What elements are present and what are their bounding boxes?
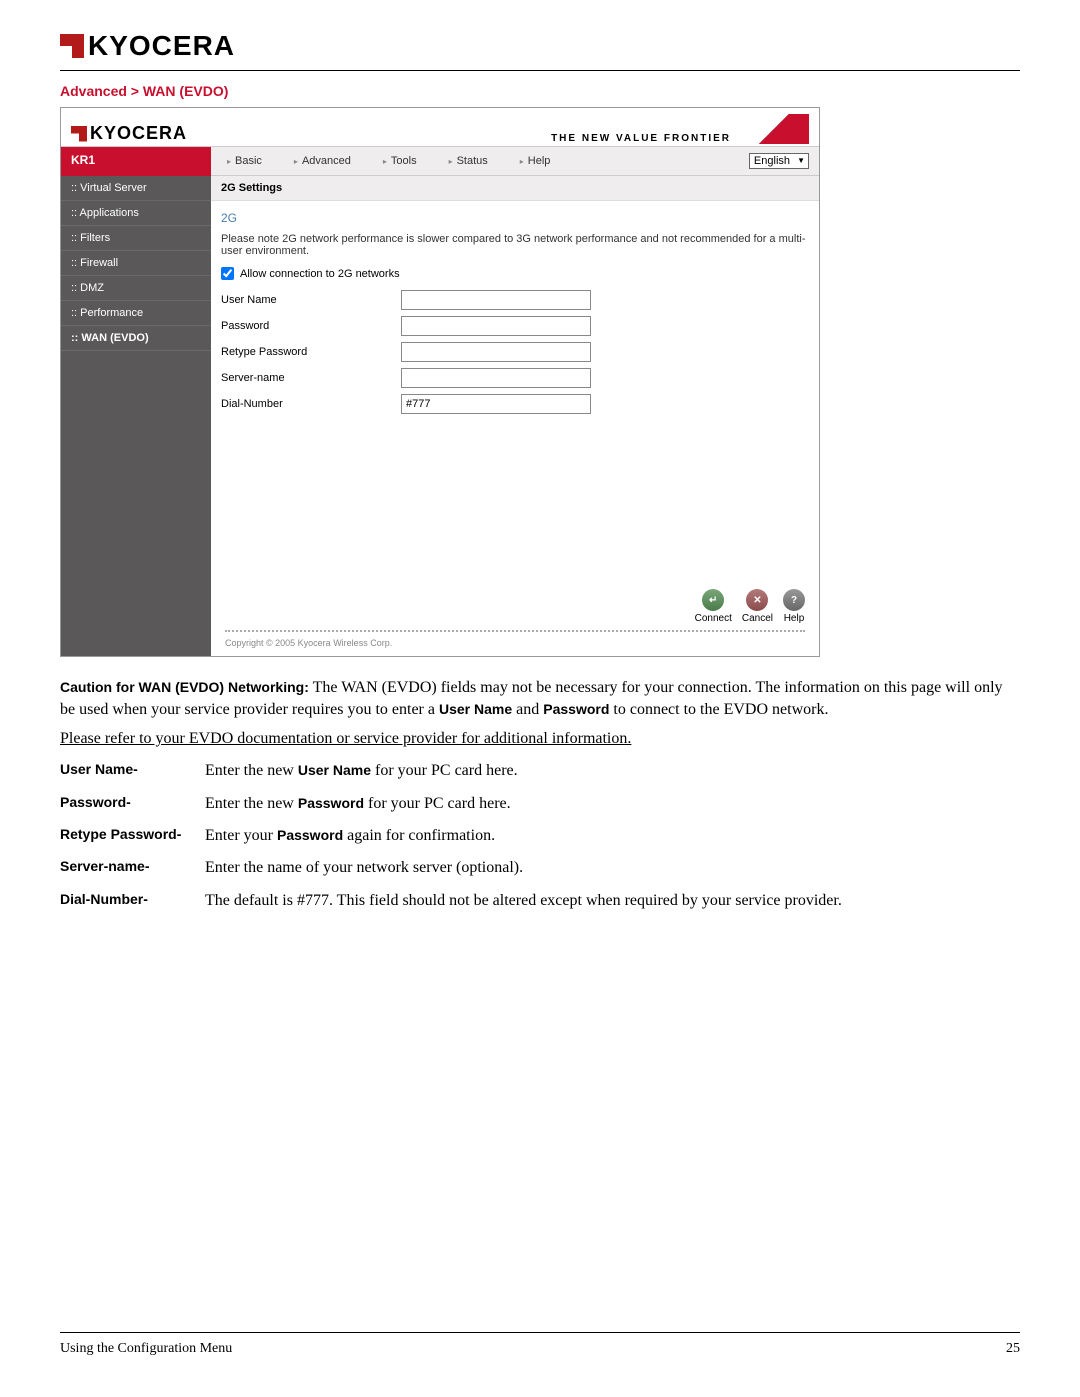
server-name-input[interactable] — [401, 368, 591, 388]
content-panel: 2G Settings 2G Please note 2G network pe… — [211, 176, 819, 656]
definition-term: User Name- — [60, 760, 205, 782]
server-name-label: Server-name — [221, 372, 401, 384]
page-footer: Using the Configuration Menu 25 — [60, 1332, 1020, 1357]
allow-2g-checkbox-row[interactable]: Allow connection to 2G networks — [221, 267, 809, 280]
brand-logo: KYOCERA — [60, 30, 1020, 62]
retype-password-input[interactable] — [401, 342, 591, 362]
definition-term: Password- — [60, 793, 205, 815]
screenshot-header: KYOCERA THE NEW VALUE FRONTIER — [61, 108, 819, 147]
definition-desc: Enter your Password again for confirmati… — [205, 825, 1020, 847]
connect-label: Connect — [695, 613, 732, 624]
help-label: Help — [784, 613, 805, 624]
help-button[interactable]: ? Help — [783, 589, 805, 624]
language-select[interactable]: English — [749, 153, 809, 169]
sidebar-item-dmz[interactable]: :: DMZ — [61, 276, 211, 301]
breadcrumb: Advanced > WAN (EVDO) — [60, 83, 1020, 99]
corner-decoration — [739, 114, 809, 144]
brand-mark-icon — [60, 34, 84, 58]
allow-2g-checkbox[interactable] — [221, 267, 234, 280]
doc-body: Caution for WAN (EVDO) Networking: The W… — [60, 677, 1020, 912]
definition-row: Password-Enter the new Password for your… — [60, 793, 1020, 815]
password-input[interactable] — [401, 316, 591, 336]
tab-tools[interactable]: Tools — [377, 151, 423, 171]
definition-desc: Enter the new User Name for your PC card… — [205, 760, 1020, 782]
sidebar-item-wan-evdo[interactable]: :: WAN (EVDO) — [61, 326, 211, 351]
definition-row: Server-name-Enter the name of your netwo… — [60, 857, 1020, 879]
caution-text-2: to connect to the EVDO network. — [609, 701, 828, 718]
config-screenshot: KYOCERA THE NEW VALUE FRONTIER KR1 Basic… — [60, 107, 820, 657]
brand-mark-icon — [71, 126, 87, 142]
sidebar-item-virtual-server[interactable]: :: Virtual Server — [61, 176, 211, 201]
caution-password-bold: Password — [543, 701, 609, 717]
definition-desc: Enter the name of your network server (o… — [205, 857, 1020, 879]
connect-icon: ↵ — [702, 589, 724, 611]
username-label: User Name — [221, 294, 401, 306]
definition-desc: Enter the new Password for your PC card … — [205, 793, 1020, 815]
sidebar-item-filters[interactable]: :: Filters — [61, 226, 211, 251]
sidebar-item-performance[interactable]: :: Performance — [61, 301, 211, 326]
screenshot-logo-text: KYOCERA — [90, 123, 187, 144]
cancel-label: Cancel — [742, 613, 773, 624]
action-buttons: ↵ Connect ✕ Cancel ? Help — [211, 579, 819, 626]
sidebar-item-firewall[interactable]: :: Firewall — [61, 251, 211, 276]
definition-row: Retype Password-Enter your Password agai… — [60, 825, 1020, 847]
section-heading: 2G Settings — [211, 176, 819, 201]
tagline: THE NEW VALUE FRONTIER — [551, 133, 731, 144]
dial-number-input[interactable] — [401, 394, 591, 414]
sidebar-item-applications[interactable]: :: Applications — [61, 201, 211, 226]
dotted-divider — [225, 630, 805, 632]
footer-text: Using the Configuration Menu — [60, 1341, 232, 1357]
tab-basic[interactable]: Basic — [221, 151, 268, 171]
screenshot-logo: KYOCERA — [71, 123, 187, 144]
caution-username-bold: User Name — [439, 701, 512, 717]
section-title: 2G — [221, 211, 809, 225]
caution-and: and — [512, 701, 543, 718]
help-icon: ? — [783, 589, 805, 611]
allow-2g-label: Allow connection to 2G networks — [240, 268, 400, 280]
retype-password-label: Retype Password — [221, 346, 401, 358]
connect-button[interactable]: ↵ Connect — [695, 589, 732, 624]
username-input[interactable] — [401, 290, 591, 310]
top-tabs: Basic Advanced Tools Status Help English — [211, 147, 819, 176]
definition-row: Dial-Number-The default is #777. This fi… — [60, 890, 1020, 912]
field-definitions: User Name-Enter the new User Name for yo… — [60, 760, 1020, 912]
password-label: Password — [221, 320, 401, 332]
model-label: KR1 — [61, 147, 211, 176]
definition-term: Retype Password- — [60, 825, 205, 847]
cancel-icon: ✕ — [746, 589, 768, 611]
performance-note: Please note 2G network performance is sl… — [221, 233, 809, 257]
tab-advanced[interactable]: Advanced — [288, 151, 357, 171]
cancel-button[interactable]: ✕ Cancel — [742, 589, 773, 624]
tab-status[interactable]: Status — [443, 151, 494, 171]
header-rule — [60, 70, 1020, 71]
caution-heading: Caution for WAN (EVDO) Networking: — [60, 679, 309, 695]
dial-number-label: Dial-Number — [221, 398, 401, 410]
caution-paragraph: Caution for WAN (EVDO) Networking: The W… — [60, 677, 1020, 722]
definition-term: Dial-Number- — [60, 890, 205, 912]
brand-text: KYOCERA — [88, 30, 235, 62]
page-number: 25 — [1006, 1341, 1020, 1357]
copyright-text: Copyright © 2005 Kyocera Wireless Corp. — [211, 636, 819, 656]
refer-text: Please refer to your EVDO documentation … — [60, 728, 1020, 750]
sidebar: :: Virtual Server :: Applications :: Fil… — [61, 176, 211, 656]
tab-help[interactable]: Help — [514, 151, 557, 171]
definition-desc: The default is #777. This field should n… — [205, 890, 1020, 912]
definition-term: Server-name- — [60, 857, 205, 879]
definition-row: User Name-Enter the new User Name for yo… — [60, 760, 1020, 782]
